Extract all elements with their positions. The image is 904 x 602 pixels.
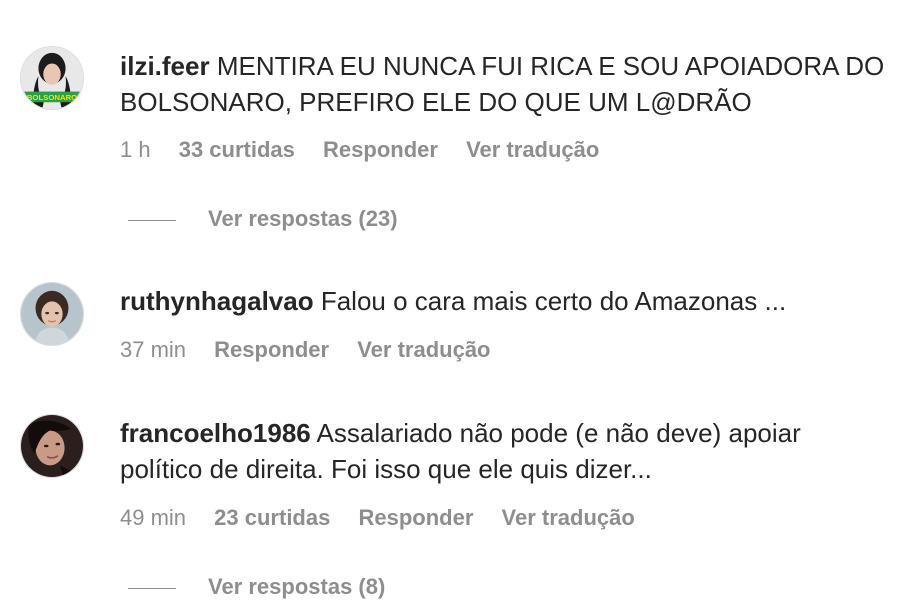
comment-text: MENTIRA EU NUNCA FUI RICA E SOU APOIADOR… — [120, 51, 885, 117]
comment-username[interactable]: ilzi.feer — [120, 51, 210, 81]
comment-time[interactable]: 37 min — [120, 337, 186, 362]
comment-meta: 37 min Responder Ver tradução — [120, 335, 513, 365]
avatar[interactable]: BOLSONARO — [20, 46, 84, 110]
comment-meta: 1 h 33 curtidas Responder Ver tradução — [120, 135, 621, 165]
view-replies-button[interactable]: Ver respostas (8) — [128, 572, 385, 602]
replies-divider-line — [128, 587, 176, 589]
comment-likes[interactable]: 23 curtidas — [214, 505, 330, 530]
comment-time[interactable]: 1 h — [120, 137, 151, 162]
reply-button[interactable]: Responder — [323, 137, 438, 162]
avatar-image — [21, 283, 83, 345]
comment-text-block: ilzi.feer MENTIRA EU NUNCA FUI RICA E SO… — [120, 48, 890, 120]
view-replies-label: Ver respostas (23) — [208, 206, 398, 231]
avatar[interactable] — [20, 414, 84, 478]
translate-button[interactable]: Ver tradução — [466, 137, 599, 162]
comment-meta: 49 min 23 curtidas Responder Ver traduçã… — [120, 503, 657, 533]
replies-divider-line — [128, 219, 176, 221]
avatar-image: BOLSONARO — [21, 47, 83, 109]
reply-button[interactable]: Responder — [214, 337, 329, 362]
comment-likes[interactable]: 33 curtidas — [179, 137, 295, 162]
translate-button[interactable]: Ver tradução — [357, 337, 490, 362]
avatar-badge-text: BOLSONARO — [27, 93, 77, 102]
view-replies-button[interactable]: Ver respostas (23) — [128, 204, 398, 234]
translate-button[interactable]: Ver tradução — [502, 505, 635, 530]
comment-username[interactable]: ruthynhagalvao — [120, 286, 314, 316]
avatar-image — [21, 415, 83, 477]
reply-button[interactable]: Responder — [358, 505, 473, 530]
comment-username[interactable]: francoelho1986 — [120, 418, 311, 448]
comment-text: Falou o cara mais certo do Amazonas ... — [320, 286, 787, 316]
view-replies-label: Ver respostas (8) — [208, 574, 386, 599]
avatar[interactable] — [20, 282, 84, 346]
comment-time[interactable]: 49 min — [120, 505, 186, 530]
comment-text-block: francoelho1986 Assalariado não pode (e n… — [120, 415, 890, 487]
comment-text-block: ruthynhagalvao Falou o cara mais certo d… — [120, 283, 890, 319]
